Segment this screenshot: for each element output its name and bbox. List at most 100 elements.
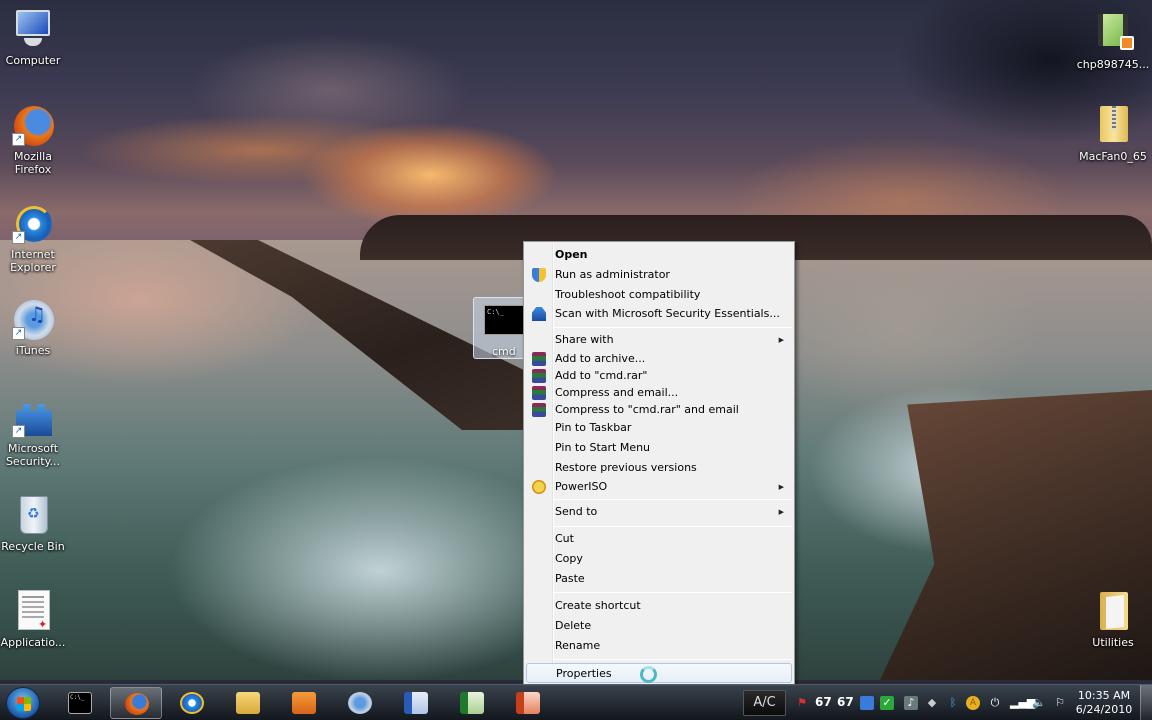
menu-item-label: Copy	[555, 552, 583, 565]
firefox-icon: ↗	[12, 104, 54, 146]
desktop-icon-label: Mozilla Firefox	[14, 150, 52, 176]
menu-item-label: Troubleshoot compatibility	[555, 288, 701, 301]
taskbar-button-media-player[interactable]	[278, 687, 330, 719]
desktop-icon-application[interactable]: ✦ Applicatio...	[0, 590, 71, 649]
menu-item-rename[interactable]: Rename	[526, 636, 792, 656]
menu-item-troubleshoot-compatibility[interactable]: Troubleshoot compatibility	[526, 285, 792, 305]
menu-item-label: Share with	[555, 333, 614, 346]
taskbar-button-itunes[interactable]	[334, 687, 386, 719]
menu-item-label: Paste	[555, 572, 585, 585]
submenu-arrow-icon: ▶	[778, 508, 784, 516]
pdf-document-icon: ✦	[12, 590, 54, 632]
menu-item-pin-to-start-menu[interactable]: Pin to Start Menu	[526, 438, 792, 458]
clock-time: 10:35 AM	[1077, 689, 1131, 702]
taskbar-button-firefox[interactable]	[110, 687, 162, 719]
menu-item-paste[interactable]: Paste	[526, 569, 792, 589]
poweriso-tray-icon[interactable]: A	[966, 696, 980, 710]
taskbar-button-internet-explorer[interactable]	[166, 687, 218, 719]
context-menu: Open Run as administrator Troubleshoot c…	[523, 241, 795, 686]
desktop-icon-computer[interactable]: Computer	[0, 8, 71, 67]
bluetooth-icon[interactable]: ᛒ	[946, 696, 960, 710]
busy-cursor-icon	[640, 666, 657, 683]
menu-item-properties[interactable]: Properties	[526, 663, 792, 683]
menu-item-copy[interactable]: Copy	[526, 549, 792, 569]
menu-separator	[554, 327, 792, 328]
diamond-icon[interactable]: ◆	[925, 696, 939, 710]
menu-item-label: Pin to Start Menu	[555, 441, 651, 454]
word-icon	[404, 692, 428, 714]
clock[interactable]: 10:35 AM 6/24/2010	[1074, 689, 1134, 717]
poweriso-icon	[532, 480, 546, 494]
desktop-icon-zip[interactable]: MacFan0_65	[1075, 104, 1151, 163]
computer-icon	[12, 8, 54, 50]
menu-item-pin-to-taskbar[interactable]: Pin to Taskbar	[526, 418, 792, 438]
desktop-icon-label: MacFan0_65	[1079, 150, 1147, 163]
folder-icon	[1092, 590, 1134, 632]
taskbar-button-excel[interactable]	[446, 687, 498, 719]
winrar-icon	[532, 369, 546, 383]
desktop-icon-label: Applicatio...	[0, 636, 66, 649]
desktop-icon-label: Internet Explorer	[10, 248, 56, 274]
menu-item-label: Cut	[555, 532, 574, 545]
thermometer-icon[interactable]: ⚑	[795, 696, 809, 710]
desktop-icon-cmd-selected[interactable]: C:\_ cmd	[473, 297, 529, 359]
menu-item-label: Rename	[555, 639, 601, 652]
taskbar-button-cmd[interactable]: C:\_	[54, 687, 106, 719]
signal-strength-icon[interactable]: ▂▄▆	[1010, 696, 1035, 710]
action-center-flag-icon[interactable]: ⚐	[1053, 696, 1067, 710]
desktop-icon-firefox[interactable]: ↗ Mozilla Firefox	[0, 104, 71, 176]
volume-icon[interactable]: 🔈	[1032, 696, 1046, 710]
menu-item-compress-to-cmd-rar-and-email[interactable]: Compress to "cmd.rar" and email	[526, 400, 792, 420]
menu-item-share-with[interactable]: Share with ▶	[526, 330, 792, 350]
folder-icon	[236, 692, 260, 714]
music-icon[interactable]: ♪	[904, 696, 918, 710]
menu-item-label: Add to archive...	[555, 352, 646, 365]
taskbar-button-powerpoint[interactable]	[502, 687, 554, 719]
menu-item-scan-security-essentials[interactable]: Scan with Microsoft Security Essentials.…	[526, 304, 792, 324]
desktop-icon-video[interactable]: chp898745...	[1075, 12, 1151, 71]
menu-item-label: Add to "cmd.rar"	[555, 369, 648, 382]
sync-check-icon[interactable]: ✓	[880, 696, 894, 710]
media-player-icon	[292, 692, 316, 714]
desktop-icon-microsoft-security[interactable]: ↗ Microsoft Security...	[0, 396, 71, 468]
taskbar-button-word[interactable]	[390, 687, 442, 719]
start-button[interactable]	[6, 687, 40, 719]
itunes-icon	[348, 692, 372, 714]
menu-item-open[interactable]: Open	[526, 245, 792, 265]
windows-logo-icon	[17, 697, 31, 711]
shortcut-arrow-icon: ↗	[12, 327, 25, 340]
excel-icon	[460, 692, 484, 714]
menu-item-label: Create shortcut	[555, 599, 641, 612]
menu-item-send-to[interactable]: Send to ▶	[526, 502, 792, 522]
desktop-icon-label: chp898745...	[1076, 58, 1150, 71]
zip-folder-icon	[1092, 104, 1134, 146]
menu-item-label: Open	[555, 248, 588, 261]
menu-item-label: Run as administrator	[555, 268, 670, 281]
menu-item-delete[interactable]: Delete	[526, 616, 792, 636]
menu-item-run-as-administrator[interactable]: Run as administrator	[526, 265, 792, 285]
show-desktop-button[interactable]	[1140, 685, 1152, 720]
internet-explorer-icon	[180, 692, 204, 714]
firefox-icon	[125, 693, 149, 715]
menu-separator	[554, 659, 792, 660]
desktop-icon-internet-explorer[interactable]: ↗ Internet Explorer	[0, 202, 71, 274]
menu-item-poweriso[interactable]: PowerISO ▶	[526, 477, 792, 497]
desktop-icon-utilities[interactable]: Utilities	[1075, 590, 1151, 649]
command-prompt-icon: C:\_	[484, 305, 524, 335]
shortcut-arrow-icon: ↗	[12, 425, 25, 438]
powerpoint-icon	[516, 692, 540, 714]
desktop-icon-recycle-bin[interactable]: ♻ Recycle Bin	[0, 494, 71, 553]
display-icon[interactable]	[860, 696, 874, 710]
menu-item-cut[interactable]: Cut	[526, 529, 792, 549]
internet-explorer-icon: ↗	[12, 202, 54, 244]
shortcut-arrow-icon: ↗	[12, 133, 25, 146]
taskbar: C:\_ A/C ⚑ 67 67 ✓ ♪ ◆ ᛒ A ⏻ ▂▄▆ 🔈 ⚐ 10:…	[0, 684, 1152, 720]
power-plug-icon[interactable]: ⏻	[988, 696, 1002, 710]
desktop-icon-label: Microsoft Security...	[5, 442, 61, 468]
desktop-icon-itunes[interactable]: ♫ ↗ iTunes	[0, 298, 71, 357]
taskbar-button-windows-explorer[interactable]	[222, 687, 274, 719]
ac-power-button[interactable]: A/C	[743, 690, 786, 716]
menu-item-create-shortcut[interactable]: Create shortcut	[526, 596, 792, 616]
menu-item-restore-previous-versions[interactable]: Restore previous versions	[526, 458, 792, 478]
menu-separator	[554, 526, 792, 527]
